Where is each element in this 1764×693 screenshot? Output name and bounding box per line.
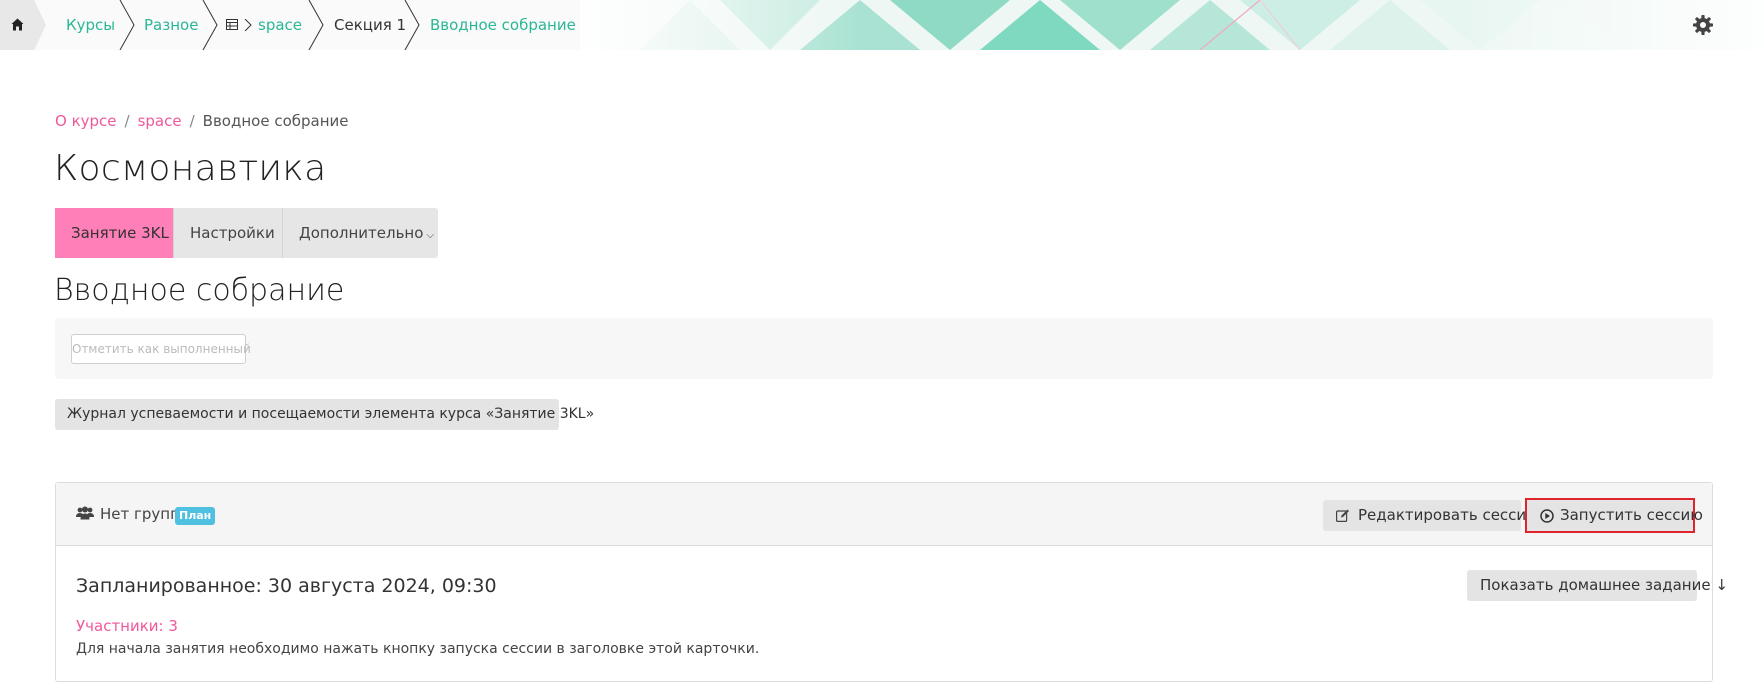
completion-panel: Отметить как выполненный: [55, 318, 1713, 379]
show-homework-button[interactable]: Показать домашнее задание ↓: [1467, 570, 1728, 601]
gear-icon[interactable]: [1693, 15, 1713, 35]
edit-session-button[interactable]: Редактировать сессию: [1323, 500, 1539, 531]
nav-misc-link[interactable]: Разное: [144, 16, 198, 34]
nav-section-label: Секция 1: [334, 16, 407, 34]
session-hint: Для начала занятия необходимо нажать кно…: [76, 641, 760, 657]
journal-button[interactable]: Журнал успеваемости и посещаемости элеме…: [55, 399, 594, 430]
course-nav-breadcrumb: Курсы Разное space Секция 1 Вводное собр…: [0, 0, 580, 50]
home-button[interactable]: [0, 0, 34, 50]
chevron-right-icon: [119, 0, 135, 50]
tab-settings[interactable]: Настройки: [174, 208, 283, 258]
breadcrumb-current: Вводное собрание: [202, 112, 349, 130]
chevron-right-small-icon: [244, 19, 252, 31]
groups-label: Нет групп: [100, 505, 180, 523]
breadcrumb: О курсе / space / Вводное собрание: [55, 112, 349, 130]
page-title: Космонавтика: [54, 148, 327, 189]
header-decoration: [560, 0, 1764, 50]
start-session-label: Запустить сессию: [1560, 506, 1703, 524]
session-card: Нет групп План Редактировать сессию Запу…: [55, 482, 1728, 682]
session-card-header: Нет групп План Редактировать сессию Запу…: [56, 483, 1712, 546]
chevron-right-icon: [34, 0, 46, 50]
top-navbar: Курсы Разное space Секция 1 Вводное собр…: [0, 0, 1764, 50]
chevron-right-icon: [404, 0, 420, 50]
table-icon: [226, 19, 238, 30]
chevron-down-icon: ⌵: [426, 230, 434, 241]
nav-space-link[interactable]: space: [258, 16, 302, 34]
tab-more-label: Дополнительно: [299, 224, 424, 242]
activity-tabs: Занятие 3KL Настройки Дополнительно ⌵: [55, 208, 438, 258]
users-icon: [76, 506, 94, 520]
chevron-right-icon: [308, 0, 324, 50]
status-badge: План: [175, 507, 216, 525]
scheduled-date: Запланированное: 30 августа 2024, 09:30: [76, 575, 497, 597]
mark-complete-button[interactable]: Отметить как выполненный: [71, 334, 251, 364]
chevron-right-icon: [202, 0, 218, 50]
breadcrumb-separator: /: [189, 112, 195, 130]
edit-icon: [1336, 509, 1349, 522]
tab-more[interactable]: Дополнительно ⌵: [283, 208, 438, 258]
participants-link[interactable]: Участники: 3: [76, 617, 178, 635]
breadcrumb-separator: /: [124, 112, 130, 130]
play-circle-icon: [1540, 509, 1554, 523]
breadcrumb-about-link[interactable]: О курсе: [55, 112, 117, 130]
start-session-button[interactable]: Запустить сессию: [1525, 498, 1703, 533]
activity-title: Вводное собрание: [54, 273, 345, 308]
edit-session-label: Редактировать сессию: [1358, 506, 1539, 524]
nav-courses-link[interactable]: Курсы: [66, 16, 115, 34]
nav-activity-link[interactable]: Вводное собрание: [430, 16, 576, 34]
home-icon: [11, 18, 24, 31]
breadcrumb-space-link[interactable]: space: [138, 112, 182, 130]
tab-lesson[interactable]: Занятие 3KL: [55, 208, 174, 258]
